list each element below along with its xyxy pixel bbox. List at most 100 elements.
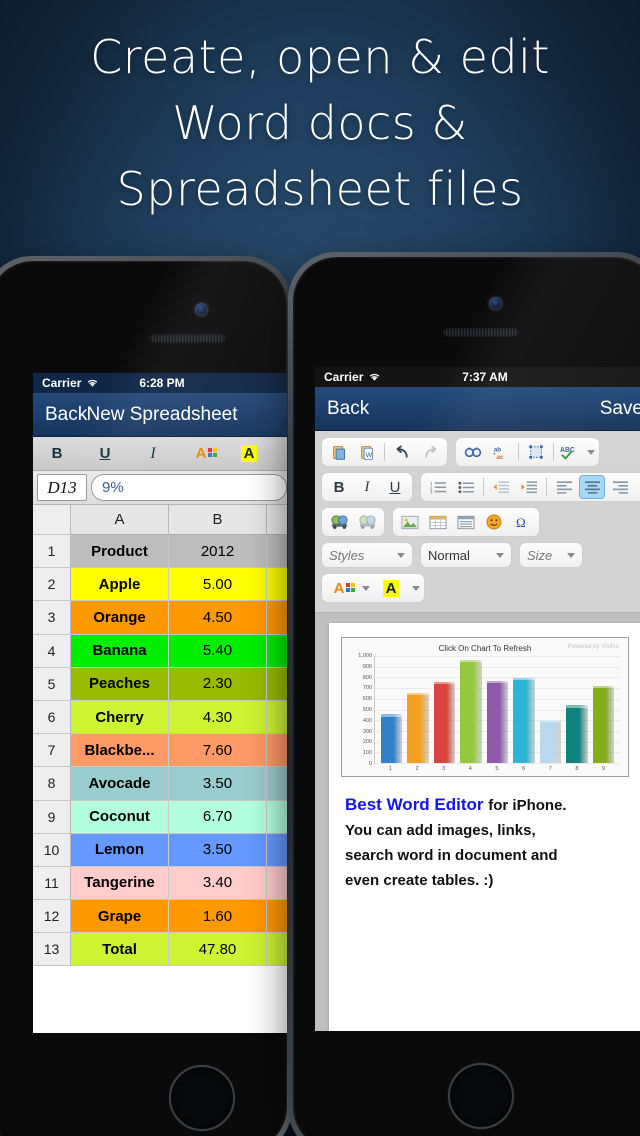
home-button[interactable] <box>448 1063 514 1129</box>
table-row[interactable]: 3 Orange 4.50 <box>33 601 287 635</box>
embedded-bar-chart[interactable]: Click On Chart To Refresh Powered by Vis… <box>341 637 629 777</box>
ordered-list-button[interactable]: 123 <box>425 475 451 499</box>
bold-button[interactable]: B <box>33 445 81 462</box>
table-row[interactable]: 11 Tangerine 3.40 <box>33 866 287 901</box>
bold-button[interactable]: B <box>326 475 352 499</box>
chevron-down-icon[interactable] <box>412 585 420 591</box>
unordered-list-button[interactable] <box>453 475 479 499</box>
home-button[interactable] <box>169 1065 235 1131</box>
table-row[interactable]: 8 Avocade 3.50 <box>33 767 287 801</box>
insert-symbol-icon[interactable]: Ω <box>509 510 535 534</box>
redo-icon[interactable] <box>417 440 443 464</box>
cell-b[interactable]: 6.70 <box>169 800 267 834</box>
document-page[interactable]: Click On Chart To Refresh Powered by Vis… <box>329 623 640 1031</box>
cell-b[interactable]: 3.50 <box>169 767 267 801</box>
cell-b[interactable]: 2.30 <box>169 667 267 701</box>
cell-a[interactable]: Lemon <box>71 833 169 867</box>
cell-b[interactable]: 5.40 <box>169 634 267 668</box>
cell-a[interactable]: Apple <box>71 568 169 602</box>
cell-b[interactable]: 7.60 <box>169 734 267 768</box>
format-dropdown[interactable]: Normal <box>420 542 512 568</box>
table-row[interactable]: 2 Apple 5.00 <box>33 568 287 602</box>
align-right-button[interactable] <box>607 475 633 499</box>
formula-input[interactable]: 9% <box>91 474 287 501</box>
highlight-color-button[interactable]: A <box>225 444 273 463</box>
table-row[interactable]: 10 Lemon 3.50 <box>33 833 287 867</box>
insert-table-icon[interactable] <box>425 510 451 534</box>
find-icon[interactable] <box>460 440 486 464</box>
align-justify-button[interactable] <box>635 475 640 499</box>
row-header[interactable]: 3 <box>33 601 71 635</box>
italic-button[interactable]: I <box>354 475 380 499</box>
font-color-button[interactable]: A <box>326 576 356 600</box>
insert-emoji-icon[interactable] <box>481 510 507 534</box>
cell-a[interactable]: Total <box>71 933 169 967</box>
document-area[interactable]: Click On Chart To Refresh Powered by Vis… <box>315 613 640 1031</box>
row-header[interactable]: 4 <box>33 634 71 668</box>
cell-b[interactable]: 1.60 <box>169 900 267 934</box>
row-header[interactable]: 2 <box>33 568 71 602</box>
table-row[interactable]: 5 Peaches 2.30 <box>33 667 287 701</box>
cell-c[interactable] <box>267 833 287 867</box>
insert-image-icon[interactable] <box>397 510 423 534</box>
cell-c[interactable] <box>267 568 287 602</box>
cell-c[interactable] <box>267 601 287 635</box>
row-header[interactable]: 10 <box>33 833 71 867</box>
cell-c[interactable] <box>267 900 287 934</box>
select-all-icon[interactable] <box>523 440 549 464</box>
row-header[interactable]: 13 <box>33 933 71 967</box>
align-left-button[interactable] <box>551 475 577 499</box>
cell-reference-box[interactable]: D13 <box>37 474 87 501</box>
cell-b[interactable]: 47.80 <box>169 933 267 967</box>
cell-c[interactable] <box>267 933 287 967</box>
row-header[interactable]: 6 <box>33 700 71 735</box>
cell-b[interactable]: 4.30 <box>169 700 267 735</box>
table-row[interactable]: 6 Cherry 4.30 <box>33 700 287 735</box>
cell-c[interactable] <box>267 767 287 801</box>
font-color-button[interactable]: A <box>177 445 225 463</box>
cell-a[interactable]: Product <box>71 535 169 569</box>
highlight-color-button[interactable]: A <box>378 576 404 600</box>
italic-button[interactable]: I <box>129 445 177 463</box>
chevron-down-icon[interactable] <box>362 585 370 591</box>
remove-link-icon[interactable] <box>354 510 380 534</box>
cell-a[interactable]: Tangerine <box>71 866 169 901</box>
undo-icon[interactable] <box>389 440 415 464</box>
row-header[interactable]: 7 <box>33 734 71 768</box>
column-header-c[interactable] <box>267 505 287 535</box>
column-header-a[interactable]: A <box>71 505 169 535</box>
cell-a[interactable]: Blackbe... <box>71 734 169 768</box>
cell-a[interactable]: Coconut <box>71 800 169 834</box>
cell-b[interactable]: 3.50 <box>169 833 267 867</box>
row-header[interactable]: 5 <box>33 667 71 701</box>
table-row[interactable]: 4 Banana 5.40 <box>33 634 287 668</box>
cell-c[interactable] <box>267 535 287 569</box>
cell-a[interactable]: Peaches <box>71 667 169 701</box>
column-header-b[interactable]: B <box>169 505 267 535</box>
open-file-icon[interactable] <box>326 440 352 464</box>
underline-button[interactable]: U <box>81 445 129 462</box>
spellcheck-icon[interactable]: ABC <box>558 440 584 464</box>
back-button[interactable]: Back <box>45 404 87 426</box>
table-row[interactable]: 9 Coconut 6.70 <box>33 800 287 834</box>
cell-a[interactable]: Cherry <box>71 700 169 735</box>
cell-c[interactable] <box>267 700 287 735</box>
spreadsheet-grid[interactable]: A B 1 Product 2012 2 Apple 5.00 3 Orange 4.50 4 Ba… <box>33 505 287 967</box>
cell-b[interactable]: 2012 <box>169 535 267 569</box>
size-dropdown[interactable]: Size <box>519 542 583 568</box>
insert-link-icon[interactable] <box>326 510 352 534</box>
word-file-icon[interactable]: W <box>354 440 380 464</box>
row-header[interactable]: 11 <box>33 866 71 901</box>
table-row[interactable]: 7 Blackbe... 7.60 <box>33 734 287 768</box>
insert-page-icon[interactable] <box>453 510 479 534</box>
cell-a[interactable]: Orange <box>71 601 169 635</box>
cell-c[interactable] <box>267 866 287 901</box>
cell-a[interactable]: Avocade <box>71 767 169 801</box>
table-row[interactable]: 12 Grape 1.60 <box>33 900 287 934</box>
cell-a[interactable]: Grape <box>71 900 169 934</box>
outdent-button[interactable] <box>488 475 514 499</box>
back-button[interactable]: Back <box>327 398 369 420</box>
row-header[interactable]: 8 <box>33 767 71 801</box>
cell-b[interactable]: 5.00 <box>169 568 267 602</box>
cell-b[interactable]: 4.50 <box>169 601 267 635</box>
